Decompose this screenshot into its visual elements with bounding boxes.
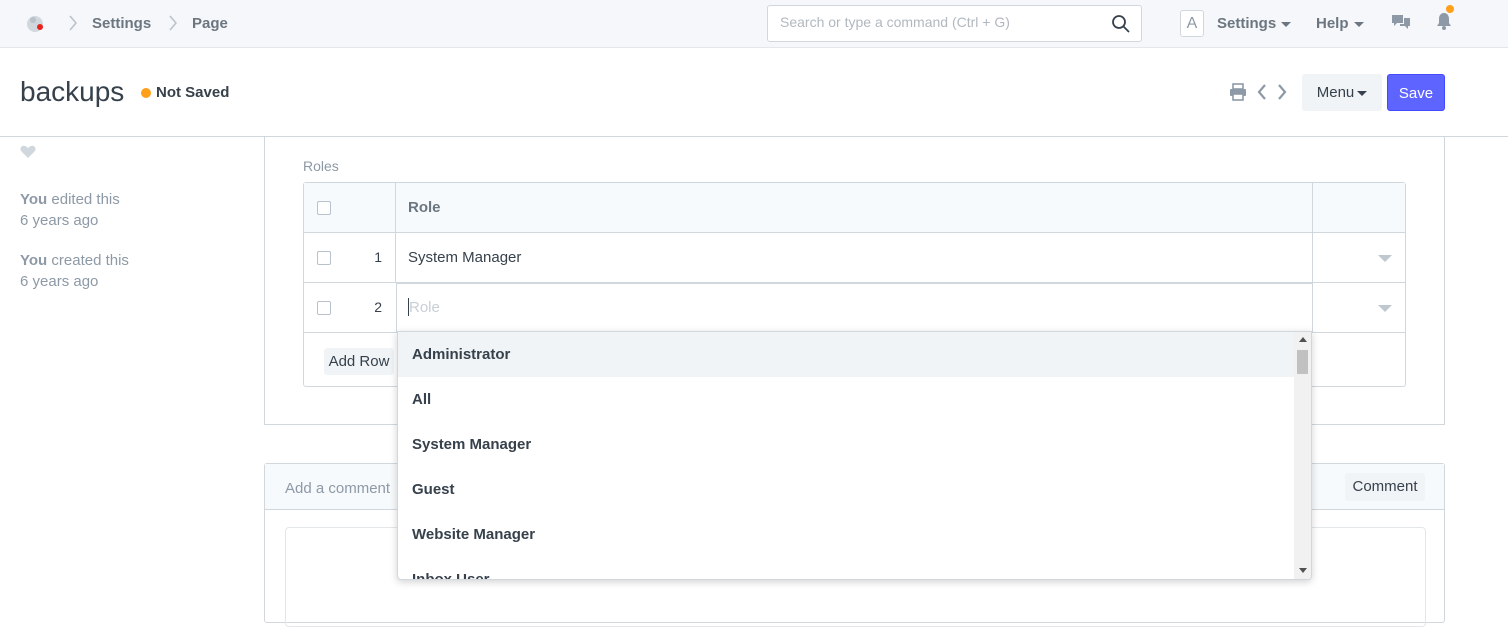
timeline-item-created: You created this 6 years ago bbox=[20, 250, 129, 292]
status-badge: Not Saved bbox=[156, 84, 230, 101]
timeline-actor[interactable]: You bbox=[20, 191, 47, 208]
timeline-action: created this bbox=[47, 252, 129, 269]
save-button[interactable]: Save bbox=[1387, 74, 1445, 111]
select-all-checkbox[interactable] bbox=[317, 201, 331, 215]
role-input[interactable] bbox=[409, 299, 1289, 316]
help-dropdown-label: Help bbox=[1316, 15, 1349, 32]
dropdown-option-guest[interactable]: Guest bbox=[398, 467, 1296, 512]
chevron-right-icon bbox=[69, 15, 77, 31]
row-index: 1 bbox=[374, 249, 382, 265]
dropdown-option-administrator[interactable]: Administrator bbox=[398, 332, 1296, 377]
row-checkbox[interactable] bbox=[317, 301, 331, 315]
timeline-action: edited this bbox=[47, 191, 120, 208]
grid-divider bbox=[1312, 183, 1313, 232]
chat-icon[interactable] bbox=[1391, 13, 1411, 31]
column-header-role: Role bbox=[408, 199, 441, 216]
notification-dot bbox=[1446, 5, 1454, 13]
caret-down-icon bbox=[1281, 21, 1292, 27]
chevron-right-icon bbox=[169, 15, 177, 31]
timeline-actor[interactable]: You bbox=[20, 252, 47, 269]
menu-button-label: Menu bbox=[1316, 84, 1355, 101]
dropdown-option-all[interactable]: All bbox=[398, 377, 1296, 422]
role-cell[interactable]: System Manager bbox=[408, 249, 521, 266]
text-cursor bbox=[408, 298, 409, 316]
page-title: backups bbox=[20, 76, 125, 107]
timeline-time: 6 years ago bbox=[20, 212, 99, 229]
scroll-down-arrow-icon[interactable] bbox=[1299, 568, 1307, 573]
dropdown-option-inbox-user[interactable]: Inbox User bbox=[398, 557, 1296, 579]
print-icon[interactable] bbox=[1229, 83, 1247, 101]
dropdown-option-website-manager[interactable]: Website Manager bbox=[398, 512, 1296, 557]
next-icon[interactable] bbox=[1276, 83, 1288, 101]
role-input-field[interactable] bbox=[396, 283, 1313, 332]
table-row[interactable]: 1 System Manager bbox=[304, 233, 1405, 283]
heart-icon[interactable] bbox=[20, 145, 36, 159]
status-indicator-dot bbox=[141, 88, 151, 98]
breadcrumb-page[interactable]: Page bbox=[192, 15, 228, 32]
help-dropdown[interactable]: Help bbox=[1316, 15, 1364, 32]
table-row[interactable]: 2 bbox=[304, 283, 1405, 333]
search-icon bbox=[1112, 15, 1130, 33]
breadcrumb-settings[interactable]: Settings bbox=[92, 15, 151, 32]
scroll-up-arrow-icon[interactable] bbox=[1299, 337, 1307, 342]
row-edit-caret-icon[interactable] bbox=[1378, 255, 1392, 262]
grid-header: Role bbox=[304, 183, 1405, 233]
settings-dropdown[interactable]: Settings bbox=[1217, 15, 1292, 32]
roles-label: Roles bbox=[303, 158, 339, 174]
row-checkbox[interactable] bbox=[317, 251, 331, 265]
row-index: 2 bbox=[374, 299, 382, 315]
add-row-button[interactable]: Add Row bbox=[324, 348, 394, 375]
avatar[interactable]: A bbox=[1180, 10, 1204, 37]
search-input[interactable] bbox=[780, 14, 1100, 30]
grid-divider bbox=[395, 233, 396, 282]
app-logo-icon[interactable] bbox=[24, 12, 48, 36]
comment-label: Add a comment bbox=[285, 480, 391, 497]
bell-icon[interactable] bbox=[1437, 12, 1451, 30]
row-edit-caret-icon[interactable] bbox=[1378, 305, 1392, 312]
timeline-item-edited: You edited this 6 years ago bbox=[20, 189, 120, 231]
prev-icon[interactable] bbox=[1256, 83, 1268, 101]
caret-down-icon bbox=[1357, 90, 1368, 96]
grid-divider bbox=[1312, 233, 1313, 282]
settings-dropdown-label: Settings bbox=[1217, 15, 1277, 32]
scrollbar-thumb[interactable] bbox=[1297, 350, 1308, 374]
role-autocomplete-dropdown: Administrator All System Manager Guest W… bbox=[397, 331, 1312, 580]
caret-down-icon bbox=[1353, 21, 1364, 27]
menu-button[interactable]: Menu bbox=[1302, 74, 1382, 111]
grid-divider bbox=[395, 183, 396, 232]
timeline-time: 6 years ago bbox=[20, 273, 99, 290]
awesome-bar[interactable] bbox=[767, 5, 1142, 42]
navbar: Settings Page A Settings Help bbox=[0, 0, 1508, 48]
dropdown-scrollbar[interactable] bbox=[1294, 332, 1311, 579]
page-head: backups Not Saved Menu Save bbox=[0, 49, 1508, 137]
dropdown-option-system-manager[interactable]: System Manager bbox=[398, 422, 1296, 467]
comment-button[interactable]: Comment bbox=[1345, 473, 1425, 501]
